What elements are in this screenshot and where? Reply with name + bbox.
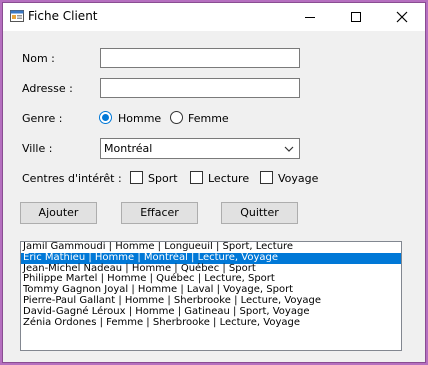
checkbox-voyage[interactable] <box>260 171 273 184</box>
interets-label: Centres d'intérêt : <box>22 172 122 185</box>
window-title: Fiche Client <box>28 9 98 23</box>
checkbox-sport-label[interactable]: Sport <box>148 172 178 185</box>
radio-femme[interactable] <box>170 111 183 124</box>
list-item[interactable]: David-Gagné Léroux | Homme | Gatineau | … <box>21 306 401 318</box>
close-button[interactable] <box>379 3 425 31</box>
ville-label: Ville : <box>22 142 53 155</box>
effacer-button[interactable]: Effacer <box>121 202 198 224</box>
adresse-input[interactable] <box>100 78 300 98</box>
nom-input[interactable] <box>100 48 300 68</box>
adresse-label: Adresse : <box>22 82 73 95</box>
nom-label: Nom : <box>22 52 55 65</box>
checkbox-lecture[interactable] <box>190 171 203 184</box>
radio-femme-label[interactable]: Femme <box>188 112 229 125</box>
checkbox-sport[interactable] <box>130 171 143 184</box>
radio-homme-label[interactable]: Homme <box>118 112 161 125</box>
clients-listbox[interactable]: Jamil Gammoudi | Homme | Longueuil | Spo… <box>20 241 402 351</box>
list-item[interactable]: Zénia Ordones | Femme | Sherbrooke | Lec… <box>21 317 401 329</box>
minimize-icon <box>305 17 315 18</box>
ajouter-button[interactable]: Ajouter <box>20 202 97 224</box>
radio-homme[interactable] <box>99 111 112 124</box>
maximize-button[interactable] <box>333 3 379 31</box>
maximize-icon <box>351 12 361 22</box>
ville-select[interactable]: Montréal <box>100 138 300 159</box>
checkbox-voyage-label[interactable]: Voyage <box>278 172 318 185</box>
ville-selected-value: Montréal <box>104 142 153 155</box>
close-icon <box>396 11 408 23</box>
genre-label: Genre : <box>22 112 63 125</box>
minimize-button[interactable] <box>287 3 333 31</box>
chevron-down-icon <box>284 146 294 152</box>
form-app-icon <box>10 9 24 23</box>
quitter-button[interactable]: Quitter <box>221 202 298 224</box>
client-form-window: Fiche Client Nom : Adresse : Genre : Hom… <box>2 2 426 363</box>
checkbox-lecture-label[interactable]: Lecture <box>208 172 249 185</box>
title-bar[interactable]: Fiche Client <box>3 3 425 31</box>
list-item-selected[interactable]: Éric Mathieu | Homme | Montréal | Lectur… <box>21 252 401 264</box>
